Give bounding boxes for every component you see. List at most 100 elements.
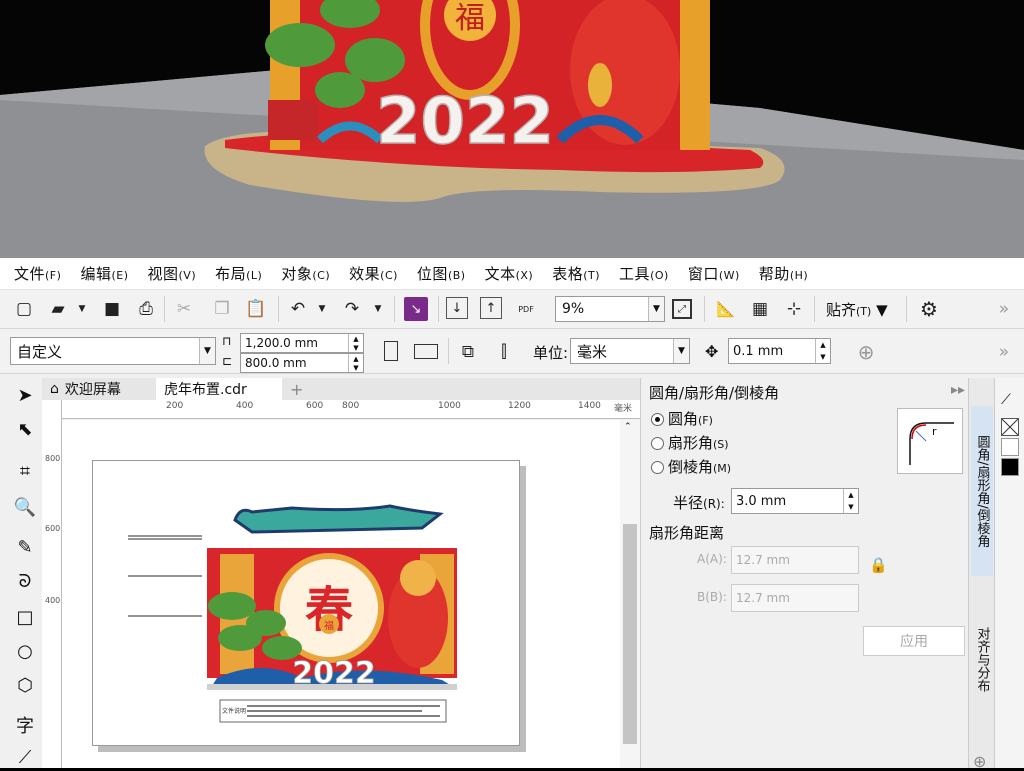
show-guidelines-icon[interactable]: ⊹ — [782, 297, 806, 321]
rectangle-tool-icon[interactable]: □ — [12, 604, 38, 630]
portrait-icon[interactable] — [384, 341, 398, 361]
radius-label: 半径(R): — [673, 494, 725, 512]
svg-text:r: r — [932, 425, 937, 438]
fu-char: 福 — [455, 1, 485, 36]
docker-collapse-icon[interactable]: ▸▸ — [951, 382, 965, 398]
scallop-distance-label: 扇形角距离 — [649, 524, 725, 542]
text-tool-icon[interactable]: 字 — [12, 712, 38, 738]
width-icon: ⊓ — [222, 334, 232, 348]
current-page-icon[interactable]: ⫿ — [492, 340, 516, 364]
corner-preview: r — [897, 408, 963, 474]
docker-title: 圆角/扇形角/倒棱角 — [649, 384, 780, 402]
apply-button[interactable]: 应用 — [863, 626, 965, 656]
cut-icon[interactable]: ✂ — [172, 297, 196, 321]
menu-table[interactable]: 表格(T) — [552, 263, 600, 284]
page-size-preset-select[interactable]: 自定义 ▼ — [10, 337, 216, 365]
settings-gear-icon[interactable]: ⚙ — [917, 297, 941, 321]
option-fillet[interactable]: 圆角(F) — [651, 408, 713, 429]
new-document-icon[interactable]: ▢ — [12, 297, 36, 321]
menu-text[interactable]: 文本(X) — [485, 263, 534, 284]
distance-b-input[interactable]: 12.7 mm — [731, 584, 859, 612]
add-preset-icon[interactable]: ⊕ — [854, 340, 878, 364]
pen-tool-icon[interactable]: ✎ — [12, 534, 38, 560]
show-rulers-icon[interactable]: 📐 — [714, 297, 738, 321]
open-dropdown-icon[interactable]: ▼ — [70, 297, 94, 321]
menu-edit[interactable]: 编辑(E) — [80, 263, 128, 284]
menu-help[interactable]: 帮助(H) — [759, 263, 808, 284]
swatch-white[interactable] — [1001, 438, 1019, 456]
undo-dropdown-icon[interactable]: ▼ — [310, 297, 334, 321]
menu-window[interactable]: 窗口(W) — [688, 263, 740, 284]
snap-to-menu[interactable]: 贴齐(T) ▼ — [826, 299, 888, 320]
banner-text: 新年快乐 — [305, 534, 353, 549]
pick-tool-icon[interactable]: ➤ — [12, 382, 38, 408]
zoom-level-select[interactable]: 9% ▼ — [555, 296, 665, 322]
dock-add-icon[interactable]: ⊕ — [973, 752, 986, 771]
redo-dropdown-icon[interactable]: ▼ — [366, 297, 390, 321]
shape-tool-icon[interactable]: ⬉ — [12, 416, 38, 442]
radius-input[interactable]: 3.0 mm ▲ ▼ — [731, 488, 859, 514]
rendered-3d-preview: 福 2022 — [0, 0, 1024, 258]
artwork-preview: 新年快乐 春 福 2022 文件说明 — [128, 504, 457, 723]
crop-tool-icon[interactable]: ⌗ — [12, 458, 38, 484]
toolbar-overflow-icon[interactable]: » — [992, 297, 1016, 321]
redo-icon[interactable]: ↷ — [340, 297, 364, 321]
tab-document[interactable]: 虎年布置.cdr — [156, 378, 282, 400]
scroll-up-icon[interactable]: ⌃ — [624, 422, 632, 432]
swatch-black[interactable] — [1001, 458, 1019, 476]
full-screen-icon[interactable]: ⤢ — [672, 299, 692, 319]
page-width-input[interactable]: 1,200.0 mm ▲ ▼ — [240, 333, 364, 353]
distance-a-input[interactable]: 12.7 mm — [731, 546, 859, 574]
eyedropper-icon[interactable]: ⟋ — [1001, 392, 1011, 408]
no-color-swatch[interactable] — [1001, 418, 1019, 436]
undo-icon[interactable]: ↶ — [286, 297, 310, 321]
curve-tool-icon[interactable]: ᘐ — [12, 568, 38, 594]
lock-ratio-icon[interactable]: 🔒 — [869, 556, 888, 574]
propbar-overflow-icon[interactable]: » — [992, 340, 1016, 364]
polygon-tool-icon[interactable]: ⬡ — [12, 672, 38, 698]
scene-illustration: 福 2022 — [0, 0, 1024, 258]
menu-bitmaps[interactable]: 位图(B) — [417, 263, 466, 284]
coreldraw-window: 文件(F) 编辑(E) 视图(V) 布局(L) 对象(C) 效果(C) 位图(B… — [0, 258, 1024, 771]
menu-effects[interactable]: 效果(C) — [349, 263, 398, 284]
publish-pdf-icon[interactable]: PDF — [514, 297, 538, 321]
fillet-scallop-chamfer-docker: 圆角/扇形角/倒棱角 ▸▸ ✕ 圆角(F) 扇形角(S) 倒棱角(M) r 半径… — [640, 378, 987, 768]
distance-a-label: A(A): — [697, 552, 727, 566]
open-folder-icon[interactable]: ▰ — [46, 297, 70, 321]
parallel-dimension-icon[interactable]: ⟋ — [12, 744, 38, 770]
zoom-tool-icon[interactable]: 🔍 — [12, 494, 38, 520]
vertical-scrollbar[interactable]: ⌃ — [620, 420, 640, 768]
horizontal-ruler[interactable]: 200 400 600 800 1000 1200 1400 毫米 — [62, 400, 640, 419]
copy-icon[interactable]: ❐ — [210, 297, 234, 321]
save-icon[interactable]: ■ — [100, 297, 124, 321]
dock-tab-fillet[interactable]: 圆角/扇形角/倒棱角 — [971, 406, 993, 576]
landscape-icon[interactable] — [414, 344, 438, 359]
menu-file[interactable]: 文件(F) — [14, 263, 61, 284]
nudge-distance-input[interactable]: 0.1 mm ▲ ▼ — [728, 338, 831, 364]
height-icon: ⊏ — [222, 354, 233, 368]
menu-view[interactable]: 视图(V) — [148, 263, 197, 284]
paste-icon[interactable]: 📋 — [244, 297, 268, 321]
dock-tab-align[interactable]: 对齐与分布 — [971, 604, 993, 714]
export-icon[interactable]: ↑ — [480, 297, 502, 319]
ellipse-tool-icon[interactable]: ○ — [12, 638, 38, 664]
show-grid-icon[interactable]: ▦ — [748, 297, 772, 321]
new-tab-icon[interactable]: + — [282, 378, 311, 400]
menu-layout[interactable]: 布局(L) — [215, 263, 262, 284]
tab-welcome[interactable]: ⌂ 欢迎屏幕 — [42, 378, 129, 400]
corel-connect-icon[interactable]: ↘ — [404, 297, 428, 321]
page-height-input[interactable]: 800.0 mm ▲ ▼ — [240, 353, 364, 373]
option-chamfer[interactable]: 倒棱角(M) — [651, 456, 731, 477]
menu-object[interactable]: 对象(C) — [281, 263, 330, 284]
drawing-canvas[interactable]: 新年快乐 春 福 2022 文件说明 — [62, 420, 640, 768]
menu-tools[interactable]: 工具(O) — [619, 263, 669, 284]
nudge-icon: ✥ — [705, 342, 719, 361]
print-icon[interactable]: ⎙ — [134, 297, 158, 321]
option-scallop[interactable]: 扇形角(S) — [651, 432, 729, 453]
all-pages-icon[interactable]: ⧉ — [456, 340, 480, 364]
scroll-thumb[interactable] — [623, 524, 637, 744]
vertical-ruler[interactable]: 800 600 400 — [42, 400, 62, 768]
units-select[interactable]: 毫米 ▼ — [570, 338, 690, 364]
import-icon[interactable]: ↓ — [446, 297, 468, 319]
home-icon: ⌂ — [50, 381, 59, 397]
